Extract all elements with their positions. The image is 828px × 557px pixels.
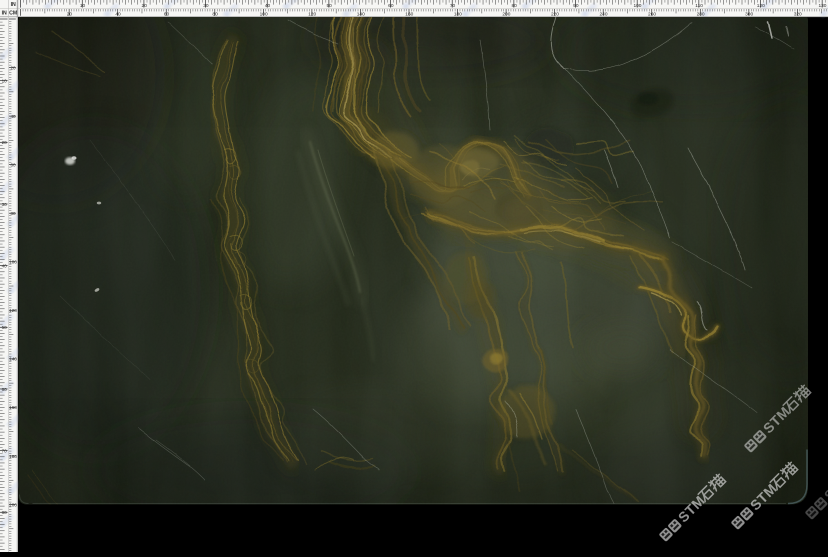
svg-text:IN: IN (2, 11, 7, 17)
svg-text:60: 60 (10, 162, 16, 167)
svg-text:40: 40 (2, 263, 8, 268)
svg-text:200: 200 (9, 502, 17, 507)
svg-text:20: 20 (10, 65, 16, 70)
svg-text:CM: CM (9, 11, 17, 17)
svg-text:20: 20 (2, 140, 8, 145)
svg-text:30: 30 (2, 202, 8, 207)
svg-text:180: 180 (9, 454, 17, 459)
svg-text:140: 140 (9, 357, 17, 362)
svg-text:50: 50 (2, 325, 8, 330)
svg-text:100: 100 (9, 260, 17, 265)
svg-text:40: 40 (10, 114, 16, 119)
svg-text:70: 70 (2, 448, 8, 453)
svg-text:10: 10 (2, 78, 8, 83)
svg-text:60: 60 (2, 387, 8, 392)
svg-text:120: 120 (9, 308, 17, 313)
svg-text:IN: IN (11, 2, 16, 8)
svg-text:160: 160 (9, 405, 17, 410)
svg-text:80: 80 (2, 510, 8, 515)
svg-text:80: 80 (10, 211, 16, 216)
